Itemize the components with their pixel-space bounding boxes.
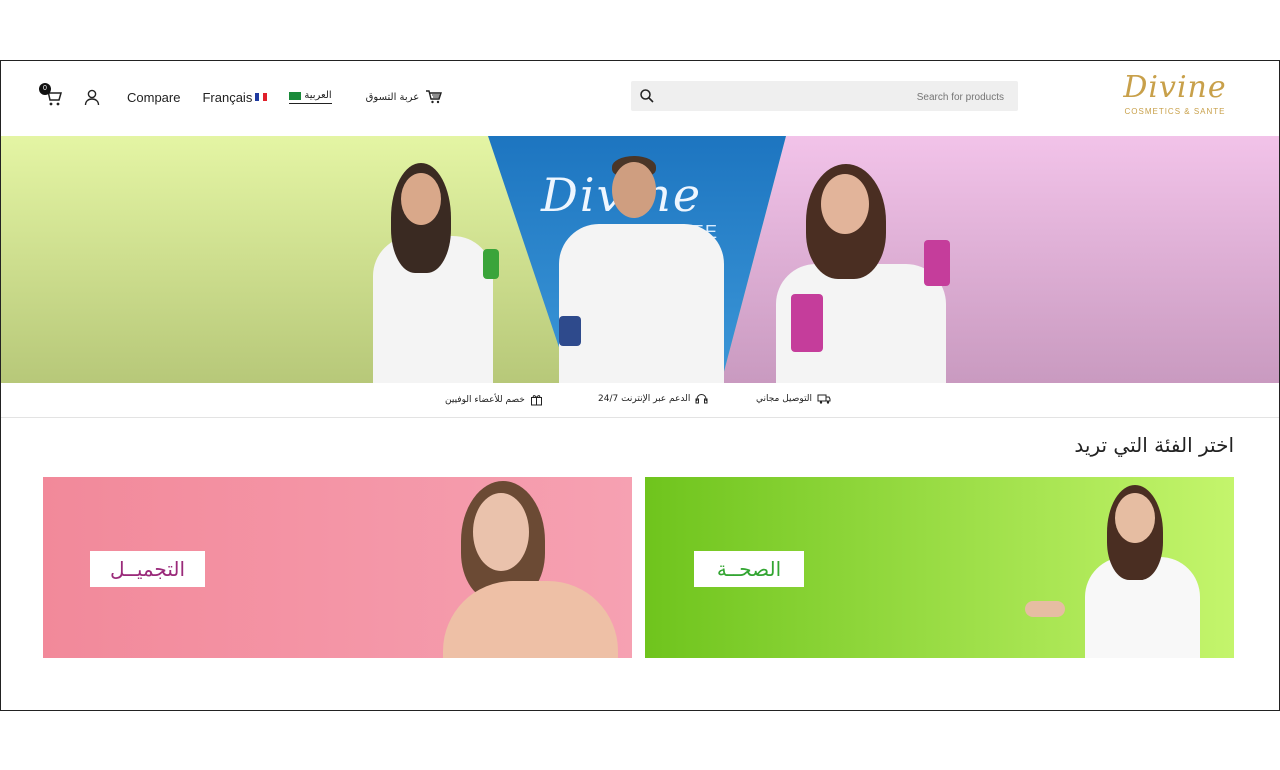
pink-supplement-bottle-small (924, 240, 950, 286)
feature-online-support: الدعم عبر الإنترنت 24/7 (598, 393, 708, 405)
category-card-health[interactable]: الصحــة (645, 477, 1234, 658)
feature-free-delivery: التوصيل مجاني (756, 393, 831, 405)
saudi-flag-icon (289, 91, 302, 100)
feature-loyal-discount-label: خصم للأعضاء الوفيين (445, 394, 525, 405)
shopping-cart-icon (426, 90, 443, 104)
search-input[interactable] (702, 81, 1006, 113)
blue-supplement-bottle (559, 316, 581, 346)
feature-online-support-label: الدعم عبر الإنترنت 24/7 (598, 394, 691, 404)
feature-free-delivery-label: التوصيل مجاني (756, 394, 813, 404)
category-card-beauty[interactable]: التجميــل (43, 477, 632, 658)
pink-supplement-bottle-large (791, 294, 823, 352)
beauty-model-image (443, 481, 623, 658)
language-arabic-link[interactable]: العربية (289, 90, 332, 104)
health-doctor-image (1025, 485, 1225, 658)
header-nav: 0 Compare Français العربية عربة التسوق (39, 83, 444, 109)
pointing-hand (1025, 601, 1065, 617)
user-icon[interactable] (83, 88, 101, 106)
categories-heading: اختر الفئة التي تريد (1074, 433, 1234, 457)
logo-subtitle: COSMETICS & SANTE (1124, 107, 1226, 116)
hero-person-center (549, 156, 734, 383)
language-arabic-label: العربية (304, 90, 332, 101)
search-icon[interactable] (639, 88, 655, 104)
language-french-link[interactable]: Français (202, 89, 268, 105)
gift-icon (530, 395, 542, 406)
language-french-label: Français (202, 89, 253, 105)
hero-person-left (351, 161, 521, 383)
headset-icon (695, 394, 708, 404)
hero-person-right (766, 164, 956, 383)
category-beauty-label: التجميــل (90, 551, 205, 587)
logo-wordmark: Divine (1123, 70, 1227, 105)
mini-cart-button[interactable]: 0 (39, 83, 65, 108)
shopping-cart-link[interactable]: عربة التسوق (366, 89, 444, 105)
search-bar (631, 81, 1018, 113)
site-header: 0 Compare Français العربية عربة التسوق S… (1, 61, 1279, 136)
site-logo[interactable]: Divine COSMETICS & SANTE (1115, 69, 1235, 125)
hero-banner[interactable]: Divine NTE (1, 136, 1279, 383)
green-supplement-bottle (483, 249, 499, 279)
feature-loyal-discount: خصم للأعضاء الوفيين (445, 393, 543, 406)
page-frame: 0 Compare Français العربية عربة التسوق S… (0, 60, 1280, 711)
shopping-cart-label: عربة التسوق (365, 91, 420, 103)
france-flag-icon (255, 93, 268, 101)
compare-link[interactable]: Compare (127, 90, 180, 105)
truck-icon (817, 394, 831, 404)
category-health-label: الصحــة (694, 551, 804, 587)
cart-count-badge: 0 (39, 83, 51, 95)
features-strip: التوصيل مجاني الدعم عبر الإنترنت 24/7 خص… (1, 383, 1279, 418)
